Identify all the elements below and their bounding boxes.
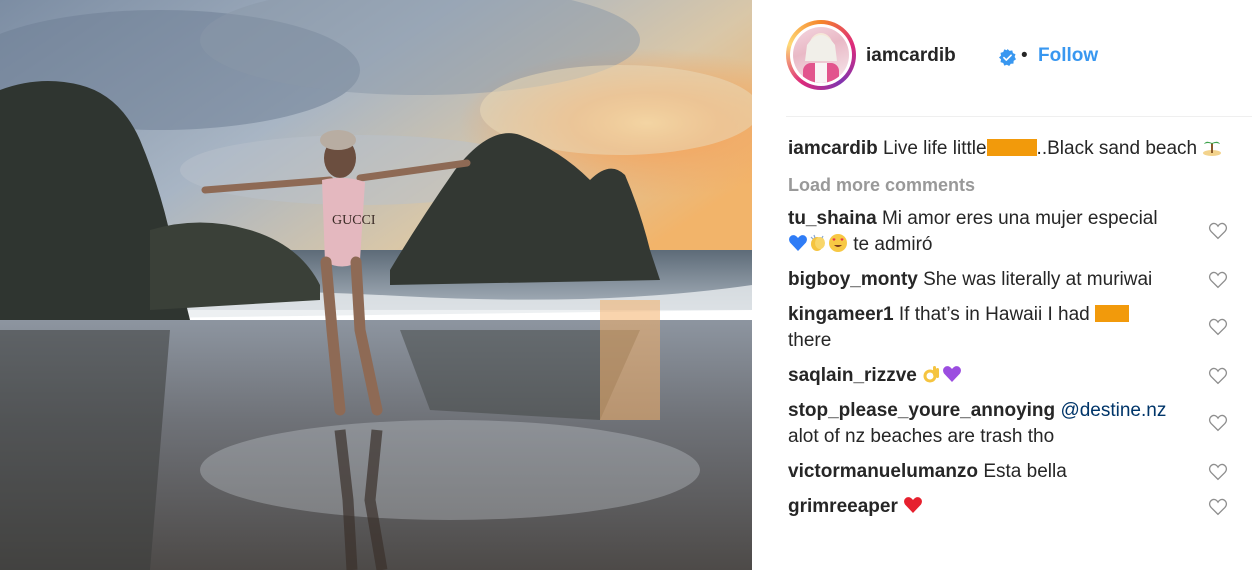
comment-text: She was literally at muriwai [923,269,1153,290]
island-emoji [1203,141,1222,156]
separator-dot: • [1021,45,1028,66]
comments-list: iamcardib Live life little ..Black sand b… [788,136,1228,520]
comment-item: saqlain_rizzve [788,363,1228,389]
heart-icon[interactable] [1208,222,1228,240]
heart-icon[interactable] [1208,414,1228,432]
comment-item: kingameer1 If that’s in Hawaii I had the… [788,302,1228,354]
avatar[interactable] [793,27,849,83]
comment-item: grimreeaper [788,494,1228,520]
redaction-box [986,139,1037,156]
heart-icon[interactable] [1208,367,1228,385]
comment-username[interactable]: tu_shaina [788,208,877,229]
heart-icon[interactable] [1208,318,1228,336]
comment-item: bigboy_monty She was literally at muriwa… [788,267,1228,293]
heart-icon[interactable] [1208,463,1228,481]
comment-text-after: there [788,330,832,351]
follow-button[interactable]: Follow [1038,45,1098,67]
redaction-box [1095,305,1129,322]
clap-emoji [810,234,825,251]
comment-text-2: te admiró [853,234,933,255]
comment-username[interactable]: saqlain_rizzve [788,365,917,386]
beach-photo-image: GUCCI [0,0,752,570]
comment-text: Esta bella [983,461,1067,482]
comment-text: alot of nz beaches are trash tho [788,426,1055,447]
comment-item: victormanuelumanzo Esta bella [788,459,1228,485]
post-panel: iamcardib • Follow iamcardib Live life l… [752,0,1252,570]
load-more-comments[interactable]: Load more comments [788,175,1228,196]
blue-heart-emoji [789,235,807,251]
caption-username[interactable]: iamcardib [788,138,878,159]
comment-username[interactable]: kingameer1 [788,304,894,325]
post-header: iamcardib • Follow [786,0,1252,117]
comment-username[interactable]: grimreeaper [788,496,898,517]
caption-text: Live life little [883,138,987,159]
post-photo[interactable]: GUCCI [0,0,752,570]
heart-icon[interactable] [1208,271,1228,289]
red-heart-emoji [904,497,923,513]
verified-badge-icon [999,49,1016,66]
comment-item: tu_shaina Mi amor eres una mujer especia… [788,206,1228,258]
comment-item: stop_please_youre_annoying @destine.nz a… [788,398,1228,450]
comment-username[interactable]: stop_please_youre_annoying [788,400,1055,421]
caption: iamcardib Live life little ..Black sand b… [788,136,1228,162]
header-username[interactable]: iamcardib [866,45,956,67]
svg-text:GUCCI: GUCCI [332,213,376,228]
comment-text: If that’s in Hawaii I had [898,304,1090,325]
heart-icon[interactable] [1208,498,1228,516]
story-ring[interactable] [786,20,856,90]
comment-mention[interactable]: @destine.nz [1060,400,1166,421]
ok-hand-emoji [923,366,940,383]
caption-text-after: ..Black sand beach [1036,138,1198,159]
comment-username[interactable]: victormanuelumanzo [788,461,978,482]
heart-eyes-emoji [829,234,847,252]
comment-text: Mi amor eres una mujer especial [881,208,1158,229]
purple-heart-emoji [943,366,962,382]
comment-username[interactable]: bigboy_monty [788,269,918,290]
